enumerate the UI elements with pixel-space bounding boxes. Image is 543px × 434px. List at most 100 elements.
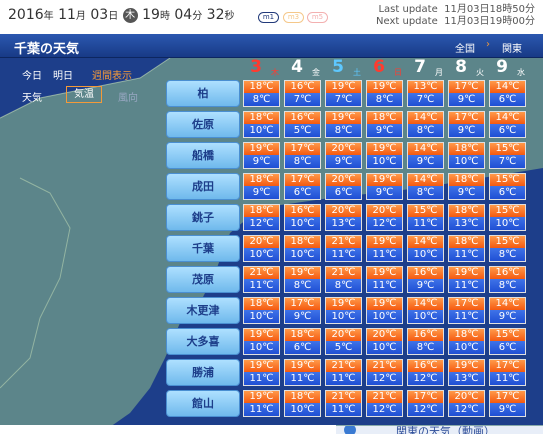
mode-m5-button[interactable]: m5 [307, 12, 328, 23]
high-temp: 17℃ [449, 81, 484, 93]
temperature-cell: 16℃ 8℃ [407, 328, 444, 355]
temperature-cell: 17℃ 11℃ [489, 359, 526, 386]
temperature-cell: 18℃ 10℃ [448, 142, 485, 169]
low-temp: 10℃ [285, 217, 320, 230]
temperature-cell: 16℃ 9℃ [407, 266, 444, 293]
high-temp: 21℃ [326, 267, 361, 279]
high-temp: 15℃ [490, 329, 525, 341]
temperature-cell: 14℃ 8℃ [407, 173, 444, 200]
low-temp: 10℃ [285, 403, 320, 416]
date-number: 4 [291, 57, 303, 77]
year-unit: 年 [43, 11, 54, 22]
date-weekday: 月 [435, 68, 443, 77]
high-temp: 17℃ [285, 174, 320, 186]
kanto-link[interactable]: 関東 [502, 40, 522, 55]
region-title: 千葉の天気 [14, 42, 80, 57]
temperature-cell: 14℃ 9℃ [489, 297, 526, 324]
high-temp: 19℃ [449, 267, 484, 279]
low-temp: 11℃ [244, 372, 279, 385]
low-temp: 8℃ [244, 93, 279, 106]
tab-wind[interactable]: 風向 [118, 89, 138, 104]
kanto-video-link[interactable]: 関東の天気（動画） [336, 425, 543, 434]
high-temp: 18℃ [367, 112, 402, 124]
temperature-cell: 18℃ 13℃ [448, 204, 485, 231]
bottom-spacer [0, 425, 336, 434]
mode-m1-button[interactable]: m1 [258, 12, 279, 23]
temperature-cell: 15℃ 8℃ [489, 235, 526, 262]
tab-tomorrow[interactable]: 明日 [53, 67, 73, 82]
city-button[interactable]: 千葉 [166, 235, 240, 262]
low-temp: 11℃ [449, 248, 484, 261]
low-temp: 12℃ [367, 217, 402, 230]
high-temp: 20℃ [449, 391, 484, 403]
low-temp: 10℃ [326, 310, 361, 323]
city-button[interactable]: 木更津 [166, 297, 240, 324]
temperature-cell: 19℃ 13℃ [448, 359, 485, 386]
temperature-cell: 16℃ 7℃ [284, 80, 321, 107]
temperature-cell: 14℃ 10℃ [407, 235, 444, 262]
tab-temperature[interactable]: 気温 [66, 86, 102, 103]
tab-weekly[interactable]: 週間表示 [92, 67, 132, 82]
date-weekday: 火 [476, 68, 484, 77]
low-temp: 10℃ [367, 310, 402, 323]
low-temp: 7℃ [408, 93, 443, 106]
temperature-cell: 19℃ 8℃ [366, 80, 403, 107]
tab-weather[interactable]: 天気 [22, 89, 42, 104]
high-temp: 20℃ [326, 329, 361, 341]
temperature-cell: 16℃ 5℃ [284, 111, 321, 138]
city-button[interactable]: 船橋 [166, 142, 240, 169]
play-icon [344, 426, 356, 434]
low-temp: 6℃ [285, 341, 320, 354]
low-temp: 8℃ [490, 248, 525, 261]
high-temp: 18℃ [449, 329, 484, 341]
low-temp: 13℃ [449, 372, 484, 385]
low-temp: 9℃ [285, 310, 320, 323]
city-button[interactable]: 銚子 [166, 204, 240, 231]
low-temp: 6℃ [490, 93, 525, 106]
city-button[interactable]: 成田 [166, 173, 240, 200]
high-temp: 19℃ [367, 267, 402, 279]
tab-today[interactable]: 今日 [22, 67, 42, 82]
low-temp: 10℃ [408, 310, 443, 323]
temperature-cell: 15℃ 11℃ [407, 204, 444, 231]
city-button[interactable]: 茂原 [166, 266, 240, 293]
temperature-cell: 18℃ 10℃ [448, 328, 485, 355]
city-button[interactable]: 佐原 [166, 111, 240, 138]
low-temp: 10℃ [449, 341, 484, 354]
low-temp: 8℃ [285, 279, 320, 292]
temperature-cell: 19℃ 10℃ [243, 328, 280, 355]
day: 03 [90, 7, 109, 23]
temperature-cell: 19℃ 11℃ [366, 235, 403, 262]
mode-m3-button[interactable]: m3 [283, 12, 304, 23]
date-number: 6 [373, 57, 385, 77]
view-controls: 今日 明日 週間表示 天気 気温 風向 [8, 62, 158, 110]
temperature-cell: 14℃ 6℃ [489, 80, 526, 107]
temperature-cell: 15℃ 10℃ [489, 204, 526, 231]
low-temp: 7℃ [490, 155, 525, 168]
date-number: 5 [332, 57, 344, 77]
city-button[interactable]: 柏 [166, 80, 240, 107]
temperature-cell: 14℃ 10℃ [407, 297, 444, 324]
low-temp: 8℃ [408, 186, 443, 199]
high-temp: 18℃ [449, 236, 484, 248]
low-temp: 10℃ [449, 155, 484, 168]
temperature-cell: 21℃ 11℃ [243, 266, 280, 293]
temperature-cell: 20℃ 6℃ [325, 173, 362, 200]
high-temp: 20℃ [244, 236, 279, 248]
city-button[interactable]: 勝浦 [166, 359, 240, 386]
high-temp: 19℃ [367, 174, 402, 186]
temperature-cell: 18℃ 10℃ [284, 235, 321, 262]
temperature-cell: 20℃ 5℃ [325, 328, 362, 355]
high-temp: 16℃ [408, 267, 443, 279]
low-temp: 11℃ [408, 217, 443, 230]
high-temp: 14℃ [408, 298, 443, 310]
high-temp: 13℃ [408, 81, 443, 93]
national-link[interactable]: 全国 [455, 40, 475, 55]
high-temp: 18℃ [449, 143, 484, 155]
high-temp: 15℃ [490, 174, 525, 186]
city-button[interactable]: 館山 [166, 390, 240, 417]
high-temp: 17℃ [449, 298, 484, 310]
temperature-cell: 20℃ 13℃ [325, 204, 362, 231]
city-button[interactable]: 大多喜 [166, 328, 240, 355]
kanto-video-label: 関東の天気（動画） [396, 425, 495, 434]
